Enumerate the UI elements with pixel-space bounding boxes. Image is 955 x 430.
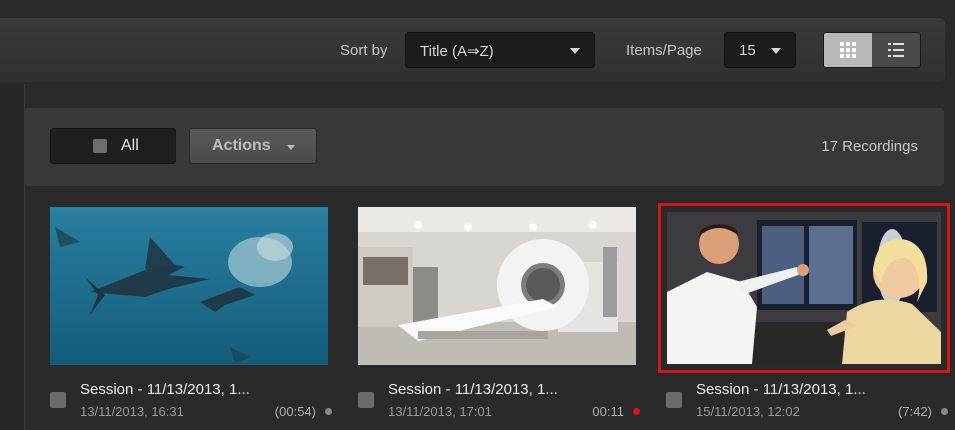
recording-title[interactable]: Session - 11/13/2013, 1...: [388, 381, 558, 398]
grid-view-button[interactable]: [824, 33, 872, 67]
recording-card[interactable]: Session - 11/13/2013, 1... 13/11/2013, 1…: [48, 205, 338, 430]
thumbnail-frame[interactable]: [48, 205, 330, 367]
grid-view-icon: [840, 42, 856, 58]
status-dot: [325, 408, 332, 415]
recording-checkbox[interactable]: [50, 392, 66, 408]
items-per-page-label: Items/Page: [626, 42, 702, 59]
actions-bar: All Actions 17 Recordings: [24, 108, 944, 186]
items-per-page-dropdown[interactable]: 15: [724, 32, 796, 68]
recording-card[interactable]: Session - 11/13/2013, 1... 15/11/2013, 1…: [658, 203, 954, 430]
recording-title[interactable]: Session - 11/13/2013, 1...: [696, 381, 866, 398]
sort-value: Title (A⇒Z): [420, 43, 494, 60]
thumbnail-frame[interactable]: [658, 203, 950, 373]
recording-checkbox[interactable]: [666, 392, 682, 408]
recording-date: 13/11/2013, 17:01: [388, 404, 492, 419]
list-view-button[interactable]: [872, 33, 920, 67]
recordings-app: Sort by Title (A⇒Z) Items/Page 15 All Ac…: [0, 0, 955, 430]
sort-label: Sort by: [340, 42, 388, 59]
select-all-checkbox[interactable]: [93, 139, 107, 153]
chevron-down-icon: [570, 48, 580, 54]
recording-date: 13/11/2013, 16:31: [80, 404, 184, 419]
view-toggle: [823, 32, 921, 68]
recording-card[interactable]: Session - 11/13/2013, 1... 13/11/2013, 1…: [356, 205, 646, 430]
status-dot: [633, 408, 640, 415]
thumbnail-underwater-sailfish[interactable]: [50, 207, 328, 365]
recording-duration: (00:54): [274, 404, 316, 419]
items-per-page-value: 15: [739, 42, 756, 59]
thumbnail-frame[interactable]: [356, 205, 638, 367]
recording-checkbox[interactable]: [358, 392, 374, 408]
sort-dropdown[interactable]: Title (A⇒Z): [405, 32, 595, 68]
select-all-button[interactable]: All: [50, 128, 176, 164]
recording-title[interactable]: Session - 11/13/2013, 1...: [80, 381, 250, 398]
thumbnail-ct-scanner-room[interactable]: [358, 207, 636, 365]
chevron-down-icon: [287, 145, 295, 150]
recording-duration: (7:42): [898, 404, 932, 419]
select-all-label: All: [121, 137, 139, 154]
recordings-count: 17 Recordings: [821, 138, 918, 155]
chevron-down-icon: [771, 48, 781, 54]
recording-date: 15/11/2013, 12:02: [696, 404, 800, 419]
actions-button[interactable]: Actions: [189, 128, 317, 164]
thumbnail-doctor-patient-xray[interactable]: [667, 212, 941, 364]
actions-label: Actions: [212, 137, 271, 154]
top-toolbar: Sort by Title (A⇒Z) Items/Page 15: [0, 18, 945, 82]
list-view-icon: [888, 43, 904, 57]
status-dot: [941, 408, 948, 415]
recording-duration: 00:11: [592, 404, 624, 419]
left-panel-edge: [0, 84, 25, 430]
